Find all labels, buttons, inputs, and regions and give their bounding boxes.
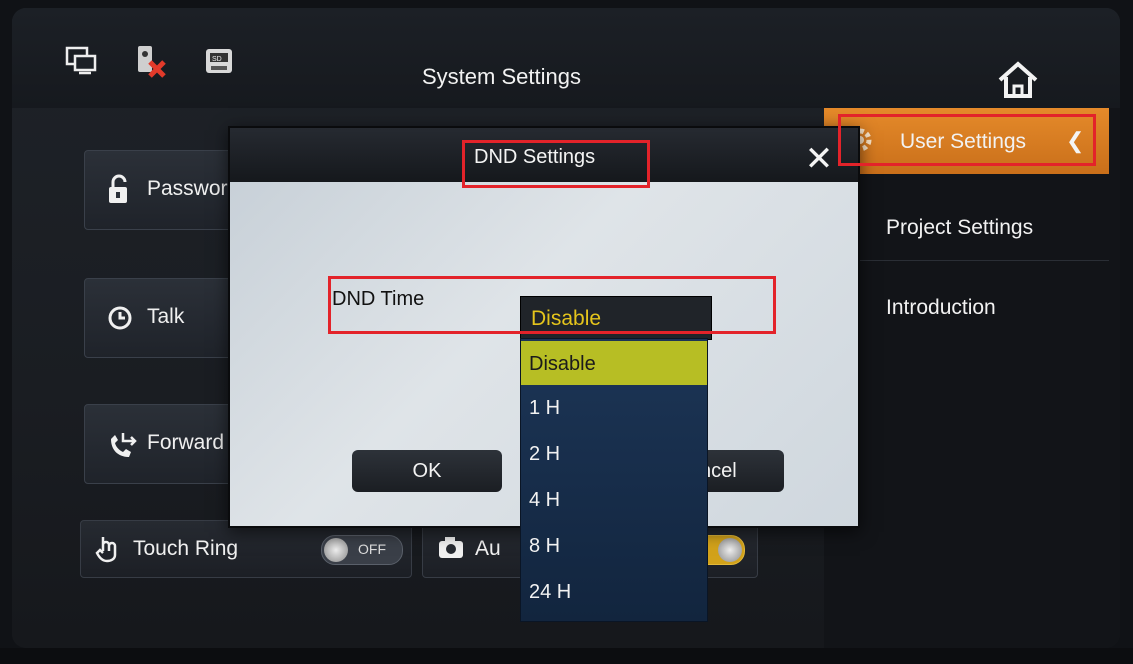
sd-card-icon[interactable]: SD [202, 44, 236, 78]
top-bar: SD System Settings [12, 8, 1120, 108]
toggle-state: OFF [358, 541, 386, 557]
page-title: System Settings [422, 64, 581, 89]
touch-hand-icon [95, 537, 117, 563]
call-forward-icon [105, 427, 139, 461]
forward-label: Forward [147, 431, 225, 454]
clock-icon [105, 301, 139, 335]
touch-ring-toggle[interactable]: OFF [321, 535, 403, 565]
device-bezel [0, 648, 1133, 664]
annotation-box-user-settings [838, 114, 1096, 166]
ok-button[interactable]: OK [352, 450, 502, 492]
option-label: 1 H [529, 397, 561, 419]
option-8h[interactable]: 8 H [521, 523, 707, 567]
touch-ring-label: Touch Ring [133, 537, 239, 560]
talk-label: Talk [147, 305, 185, 328]
menu-item-project-settings[interactable]: Project Settings [824, 194, 1109, 261]
touch-ring-row: Touch Ring OFF [80, 520, 412, 578]
disconnected-device-icon[interactable] [134, 44, 168, 78]
option-label: 4 H [529, 489, 561, 511]
option-label: 8 H [529, 535, 561, 557]
toggle-knob [718, 538, 742, 562]
camera-icon [439, 537, 463, 558]
close-icon[interactable]: ✕ [804, 142, 834, 176]
menu-item-label: Introduction [886, 296, 996, 319]
monitor-icon[interactable] [64, 44, 98, 78]
annotation-box-dialog-title [462, 140, 650, 188]
toggle-knob [324, 538, 348, 562]
svg-text:SD: SD [212, 56, 222, 63]
auto-label: Au [475, 537, 501, 560]
option-1h[interactable]: 1 H [521, 385, 707, 429]
option-label: 2 H [529, 443, 561, 465]
lock-icon [105, 173, 139, 207]
option-label: 24 H [529, 581, 572, 603]
option-disable[interactable]: Disable [521, 341, 707, 385]
option-24h[interactable]: 24 H [521, 569, 707, 613]
settings-menu: User Settings ❮ Project Settings Introdu… [824, 108, 1120, 648]
home-icon[interactable] [996, 60, 1040, 100]
annotation-box-dnd-time [328, 276, 776, 334]
dnd-time-options: Disable 1 H 2 H 4 H 8 H 24 H [520, 338, 708, 622]
password-label: Passwor [147, 177, 228, 200]
option-2h[interactable]: 2 H [521, 431, 707, 475]
menu-item-introduction[interactable]: Introduction [824, 274, 1109, 340]
option-label: Disable [529, 353, 596, 375]
menu-item-label: Project Settings [886, 216, 1034, 239]
option-4h[interactable]: 4 H [521, 477, 707, 521]
